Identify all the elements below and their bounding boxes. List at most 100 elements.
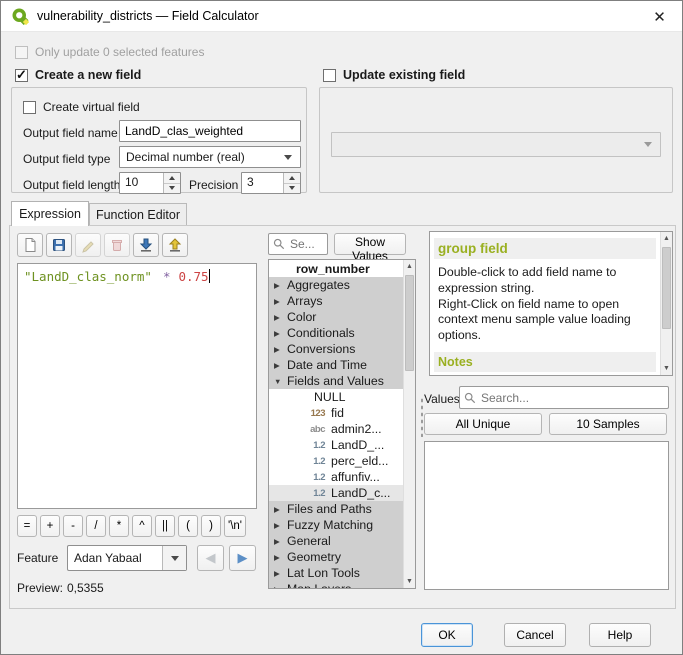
chevron-collapsed-icon[interactable]: ▶ <box>274 313 287 322</box>
new-file-icon <box>22 237 38 253</box>
function-search-input[interactable] <box>288 236 323 252</box>
operator-key-button[interactable]: ( <box>178 515 198 537</box>
chevron-collapsed-icon[interactable]: ▶ <box>274 329 287 338</box>
function-tree-rows: row_number▶Aggregates▶Arrays▶Color▶Condi… <box>269 261 403 589</box>
function-search-box[interactable] <box>268 233 328 255</box>
chevron-collapsed-icon[interactable]: ▶ <box>274 569 287 578</box>
function-group-row[interactable]: ▶General <box>269 533 403 549</box>
spinner-buttons[interactable] <box>283 173 300 193</box>
operator-key-button[interactable]: - <box>63 515 83 537</box>
scrollbar-thumb[interactable] <box>662 247 671 329</box>
operator-key-button[interactable]: / <box>86 515 106 537</box>
tree-scrollbar[interactable]: ▲ ▼ <box>403 260 415 588</box>
scroll-down-icon[interactable]: ▼ <box>661 362 672 375</box>
title-bar: vulnerability_districts — Field Calculat… <box>1 1 682 32</box>
spinner-buttons[interactable] <box>163 173 180 193</box>
operator-key-button[interactable]: * <box>109 515 129 537</box>
import-expression-button[interactable] <box>133 233 159 257</box>
new-expression-button[interactable] <box>17 233 43 257</box>
field-row[interactable]: 1.2LandD_c... <box>269 485 403 501</box>
help-scrollbar[interactable]: ▲ ▼ <box>660 232 672 375</box>
create-new-field-checkbox[interactable]: Create a new field <box>15 68 141 82</box>
operator-key-button[interactable]: ) <box>201 515 221 537</box>
chevron-collapsed-icon[interactable]: ▶ <box>274 297 287 306</box>
chevron-collapsed-icon[interactable]: ▶ <box>274 537 287 546</box>
checkbox-box[interactable] <box>15 69 28 82</box>
chevron-collapsed-icon[interactable]: ▶ <box>274 281 287 290</box>
spin-down-icon[interactable] <box>289 186 295 190</box>
operator-key-button[interactable]: ^ <box>132 515 152 537</box>
chevron-collapsed-icon[interactable]: ▶ <box>274 505 287 514</box>
cancel-button[interactable]: Cancel <box>504 623 566 647</box>
tab-function-editor[interactable]: Function Editor <box>89 203 187 225</box>
spin-down-icon[interactable] <box>169 186 175 190</box>
scroll-up-icon[interactable]: ▲ <box>661 232 672 245</box>
function-help-panel: group field Double-click to add field na… <box>429 231 673 376</box>
scroll-up-icon[interactable]: ▲ <box>404 260 415 273</box>
field-row[interactable]: 1.2affunfiv... <box>269 469 403 485</box>
expression-editor[interactable]: "LandD_clas_norm"*0.75 <box>17 263 257 509</box>
chevron-expanded-icon[interactable]: ▼ <box>274 377 287 386</box>
scroll-down-icon[interactable]: ▼ <box>404 575 415 588</box>
function-group-row[interactable]: ▶Map Layers <box>269 581 403 589</box>
tree-item-label: Aggregates <box>287 278 350 292</box>
save-expression-button[interactable] <box>46 233 72 257</box>
function-group-row[interactable]: ▶Conversions <box>269 341 403 357</box>
feature-combo[interactable]: Adan Yabaal <box>67 545 187 571</box>
field-row[interactable]: NULL <box>269 389 403 405</box>
only-update-checkbox: Only update 0 selected features <box>15 45 204 59</box>
output-field-type-combo[interactable]: Decimal number (real) <box>119 146 301 168</box>
function-group-row[interactable]: ▶Files and Paths <box>269 501 403 517</box>
help-button[interactable]: Help <box>589 623 651 647</box>
chevron-collapsed-icon[interactable]: ▶ <box>274 345 287 354</box>
operator-key-button[interactable]: + <box>40 515 60 537</box>
field-row[interactable]: abcadmin2... <box>269 421 403 437</box>
chevron-collapsed-icon[interactable]: ▶ <box>274 361 287 370</box>
precision-spinner[interactable]: 3 <box>241 172 301 194</box>
function-group-row[interactable]: ▶Color <box>269 309 403 325</box>
output-field-name-input[interactable] <box>119 120 301 142</box>
operator-key-button[interactable]: = <box>17 515 37 537</box>
spin-up-icon[interactable] <box>289 176 295 180</box>
values-search-input[interactable] <box>479 390 664 406</box>
checkbox-box[interactable] <box>23 101 36 114</box>
field-row[interactable]: 123fid <box>269 405 403 421</box>
show-values-button[interactable]: Show Values <box>334 233 406 255</box>
output-field-length-spinner[interactable]: 10 <box>119 172 181 194</box>
export-expression-button[interactable] <box>162 233 188 257</box>
close-icon[interactable]: ✕ <box>637 1 682 32</box>
function-group-row[interactable]: ▶Fuzzy Matching <box>269 517 403 533</box>
function-group-row[interactable]: ▶Conditionals <box>269 325 403 341</box>
function-tree[interactable]: row_number▶Aggregates▶Arrays▶Color▶Condi… <box>268 259 416 589</box>
function-group-row[interactable]: ▶Lat Lon Tools <box>269 565 403 581</box>
spin-up-icon[interactable] <box>169 176 175 180</box>
tab-expression[interactable]: Expression <box>11 201 89 226</box>
field-type-icon: 1.2 <box>305 472 325 483</box>
checkbox-box[interactable] <box>323 69 336 82</box>
function-group-row[interactable]: ▼Fields and Values <box>269 373 403 389</box>
all-unique-button[interactable]: All Unique <box>424 413 542 435</box>
field-row[interactable]: 1.2perc_eld... <box>269 453 403 469</box>
field-row[interactable]: 1.2LandD_... <box>269 437 403 453</box>
function-top-row[interactable]: row_number <box>269 261 403 277</box>
search-icon <box>464 392 476 404</box>
chevron-collapsed-icon[interactable]: ▶ <box>274 553 287 562</box>
operator-key-button[interactable]: '\n' <box>224 515 246 537</box>
scrollbar-thumb[interactable] <box>405 275 414 371</box>
update-existing-field-checkbox[interactable]: Update existing field <box>323 68 465 82</box>
function-group-row[interactable]: ▶Arrays <box>269 293 403 309</box>
operator-key-button[interactable]: || <box>155 515 175 537</box>
next-feature-button[interactable]: ▶ <box>229 545 256 571</box>
function-group-row[interactable]: ▶Date and Time <box>269 357 403 373</box>
values-search-box[interactable] <box>459 386 669 409</box>
combo-drop-button[interactable] <box>162 546 186 570</box>
ok-button[interactable]: OK <box>421 623 473 647</box>
function-group-row[interactable]: ▶Geometry <box>269 549 403 565</box>
values-list[interactable] <box>424 441 669 590</box>
chevron-collapsed-icon[interactable]: ▶ <box>274 521 287 530</box>
output-field-type-label: Output field type <box>23 152 110 166</box>
ten-samples-button[interactable]: 10 Samples <box>549 413 667 435</box>
chevron-collapsed-icon[interactable]: ▶ <box>274 585 287 590</box>
function-group-row[interactable]: ▶Aggregates <box>269 277 403 293</box>
create-virtual-field-checkbox[interactable]: Create virtual field <box>23 100 140 114</box>
